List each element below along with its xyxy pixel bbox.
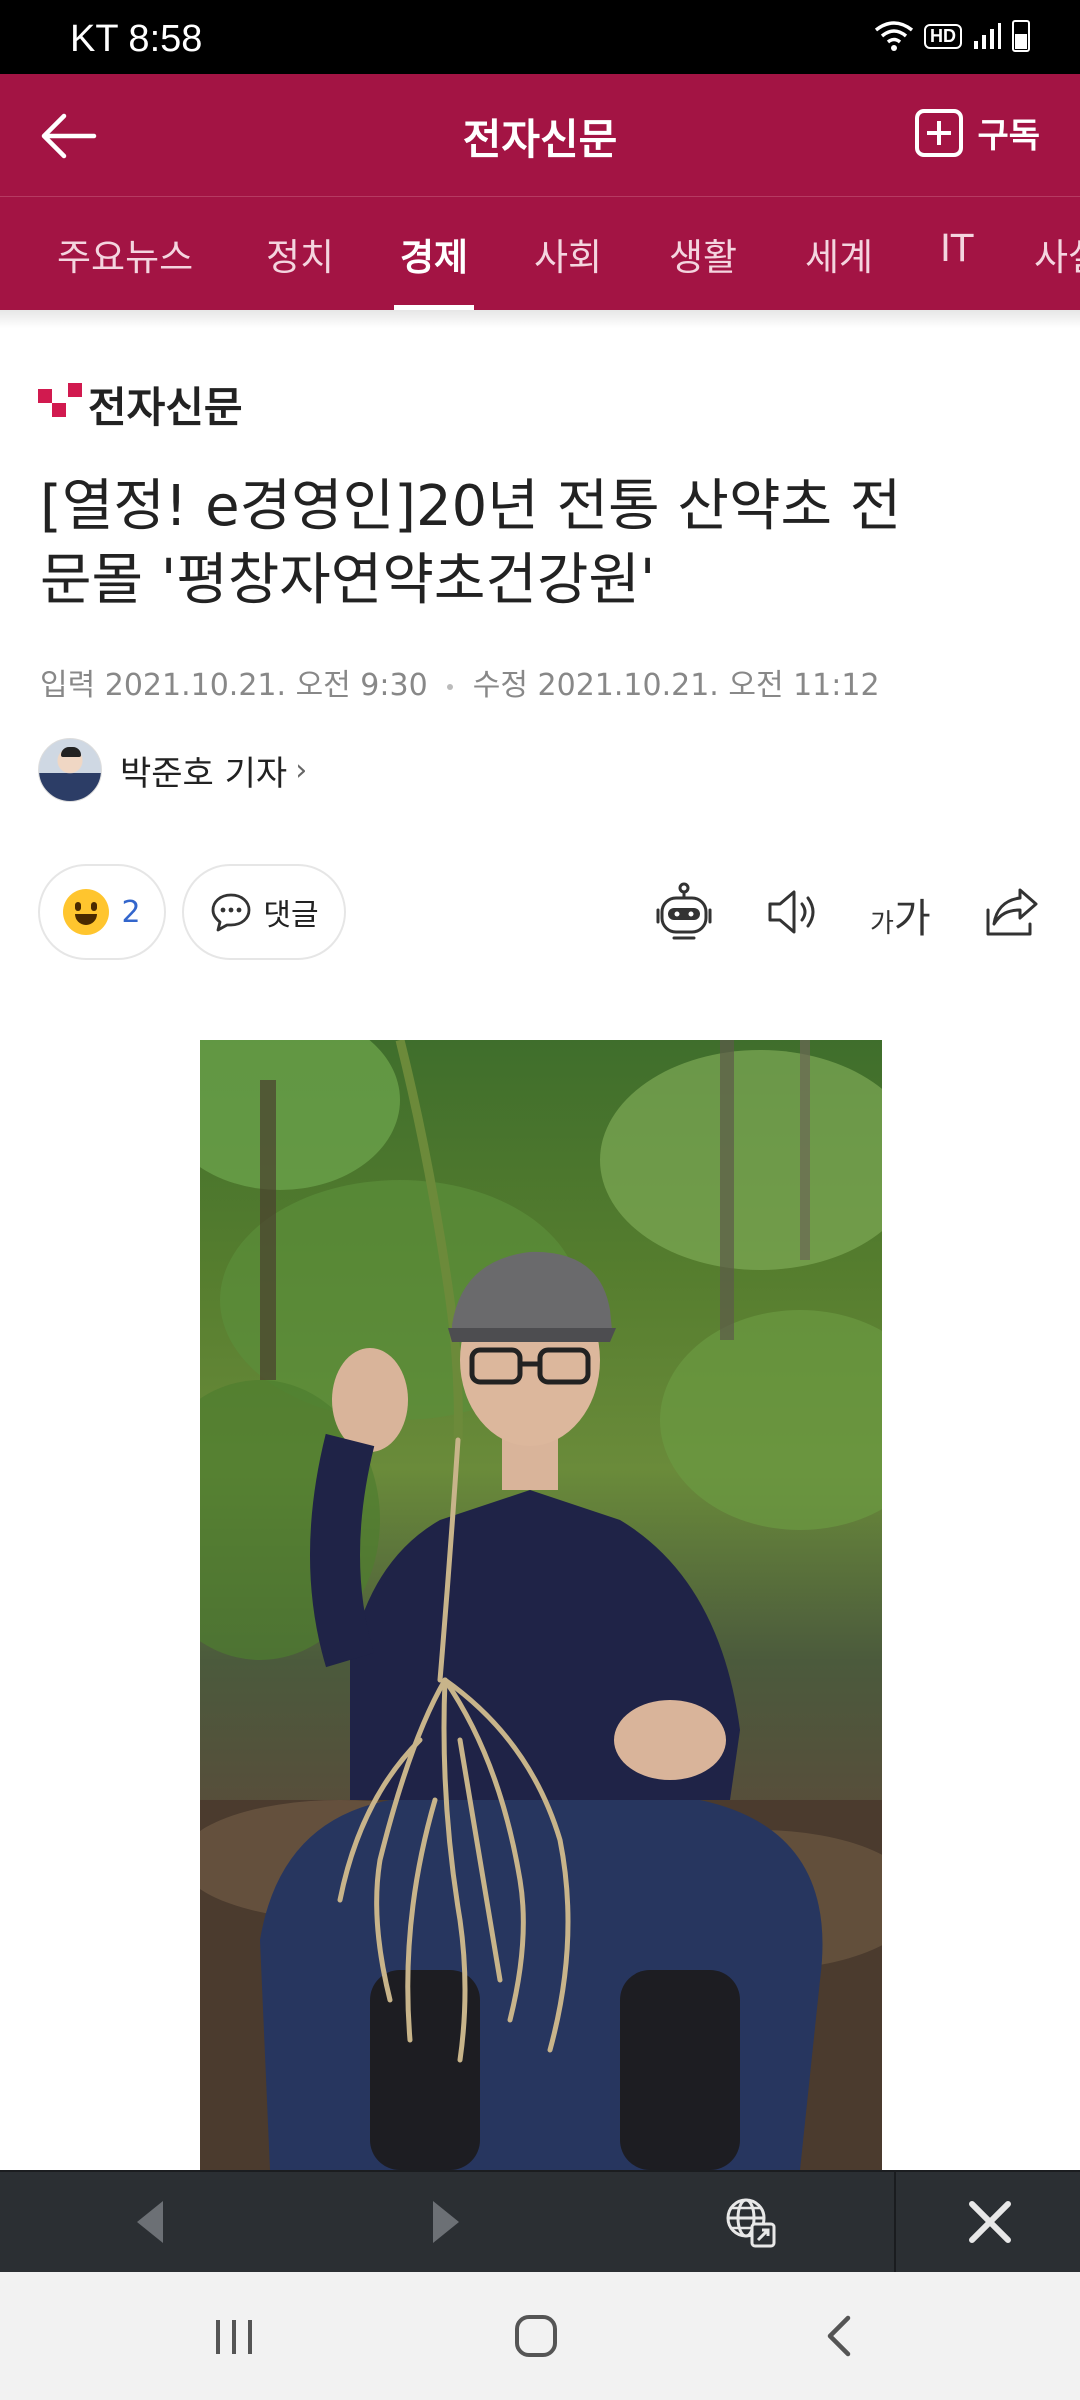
close-button[interactable]: [950, 2172, 1030, 2272]
signal-icon: [974, 23, 1001, 49]
separator-dot: [447, 683, 454, 690]
tab-world[interactable]: 세계: [805, 227, 873, 310]
smile-emoji-icon: [63, 889, 110, 935]
font-small-label: 가: [870, 909, 894, 939]
speech-bubble-icon: [211, 893, 251, 932]
article-dates: 입력 2021.10.21. 오전 9:30 수정 2021.10.21. 오전…: [40, 660, 880, 704]
tabs-shadow: [0, 310, 1080, 328]
tab-politics[interactable]: 정치: [266, 227, 334, 310]
publisher-logo[interactable]: 전자신문: [38, 374, 243, 435]
close-icon: [969, 2201, 1011, 2243]
tab-society[interactable]: 사회: [534, 227, 602, 310]
app-header: 전자신문 구독: [0, 74, 1080, 196]
reporter-name: 박준호 기자: [120, 753, 288, 794]
tab-life[interactable]: 생활: [669, 227, 737, 310]
subscribe-label: 구독: [977, 116, 1040, 156]
reaction-button[interactable]: 2: [38, 864, 166, 960]
recent-apps-icon[interactable]: [202, 2304, 266, 2368]
font-big-label: 가: [893, 896, 931, 942]
tab-main-news[interactable]: 주요뉴스: [57, 227, 193, 310]
home-icon[interactable]: [504, 2304, 568, 2368]
chevron-right-icon: ›: [295, 752, 308, 788]
status-icons: HD: [874, 20, 1030, 52]
category-tabs: 주요뉴스 정치 경제 사회 생활 세계 IT 사설: [0, 196, 1080, 310]
speaker-icon[interactable]: [760, 880, 824, 944]
photo-illustration: [200, 1040, 882, 2170]
triangle-left-icon: [137, 2201, 163, 2243]
carrier-time: KT 8:58: [70, 18, 203, 60]
headline-line-2: 문몰 '평창자연약초건강원': [40, 548, 656, 613]
wifi-icon: [874, 21, 914, 51]
plus-icon: [915, 108, 964, 157]
subscribe-button[interactable]: 구독: [915, 108, 1040, 157]
globe-icon: [726, 2198, 776, 2248]
robot-summary-icon[interactable]: [652, 880, 716, 944]
tab-editorial[interactable]: 사설: [1034, 227, 1080, 310]
system-navigation-bar: [0, 2272, 1080, 2400]
browser-toolbar: [0, 2170, 1080, 2272]
article-headline: [열정! e경영인]20년 전통 산약초 전 문몰 '평창자연약초건강원': [40, 470, 1050, 618]
logo-mark-icon: [38, 382, 84, 427]
comment-label: 댓글: [263, 898, 319, 933]
system-back-icon[interactable]: [808, 2304, 872, 2368]
triangle-right-icon: [433, 2201, 459, 2243]
share-icon[interactable]: [980, 880, 1044, 944]
browser-back-button[interactable]: [110, 2172, 190, 2272]
reaction-count: 2: [121, 894, 141, 930]
published-date: 입력 2021.10.21. 오전 9:30: [40, 668, 428, 703]
tab-it[interactable]: IT: [940, 227, 974, 310]
logo-text: 전자신문: [88, 383, 243, 432]
article-photo: [200, 1040, 882, 2170]
headline-line-1: [열정! e경영인]20년 전통 산약초 전: [40, 474, 902, 539]
reporter-link[interactable]: 박준호 기자 ›: [38, 738, 307, 802]
toolbar-divider: [894, 2172, 896, 2272]
translate-button[interactable]: [710, 2172, 790, 2272]
hd-voice-badge: HD: [924, 23, 962, 49]
tab-economy[interactable]: 경제: [393, 227, 475, 310]
battery-icon: [1012, 20, 1030, 52]
modified-date: 수정 2021.10.21. 오전 11:12: [472, 668, 880, 703]
reporter-avatar: [38, 738, 102, 802]
status-bar: KT 8:58 HD: [0, 0, 1080, 74]
browser-forward-button[interactable]: [406, 2172, 486, 2272]
font-size-button[interactable]: 가가: [870, 886, 931, 944]
comment-button[interactable]: 댓글: [182, 864, 346, 960]
